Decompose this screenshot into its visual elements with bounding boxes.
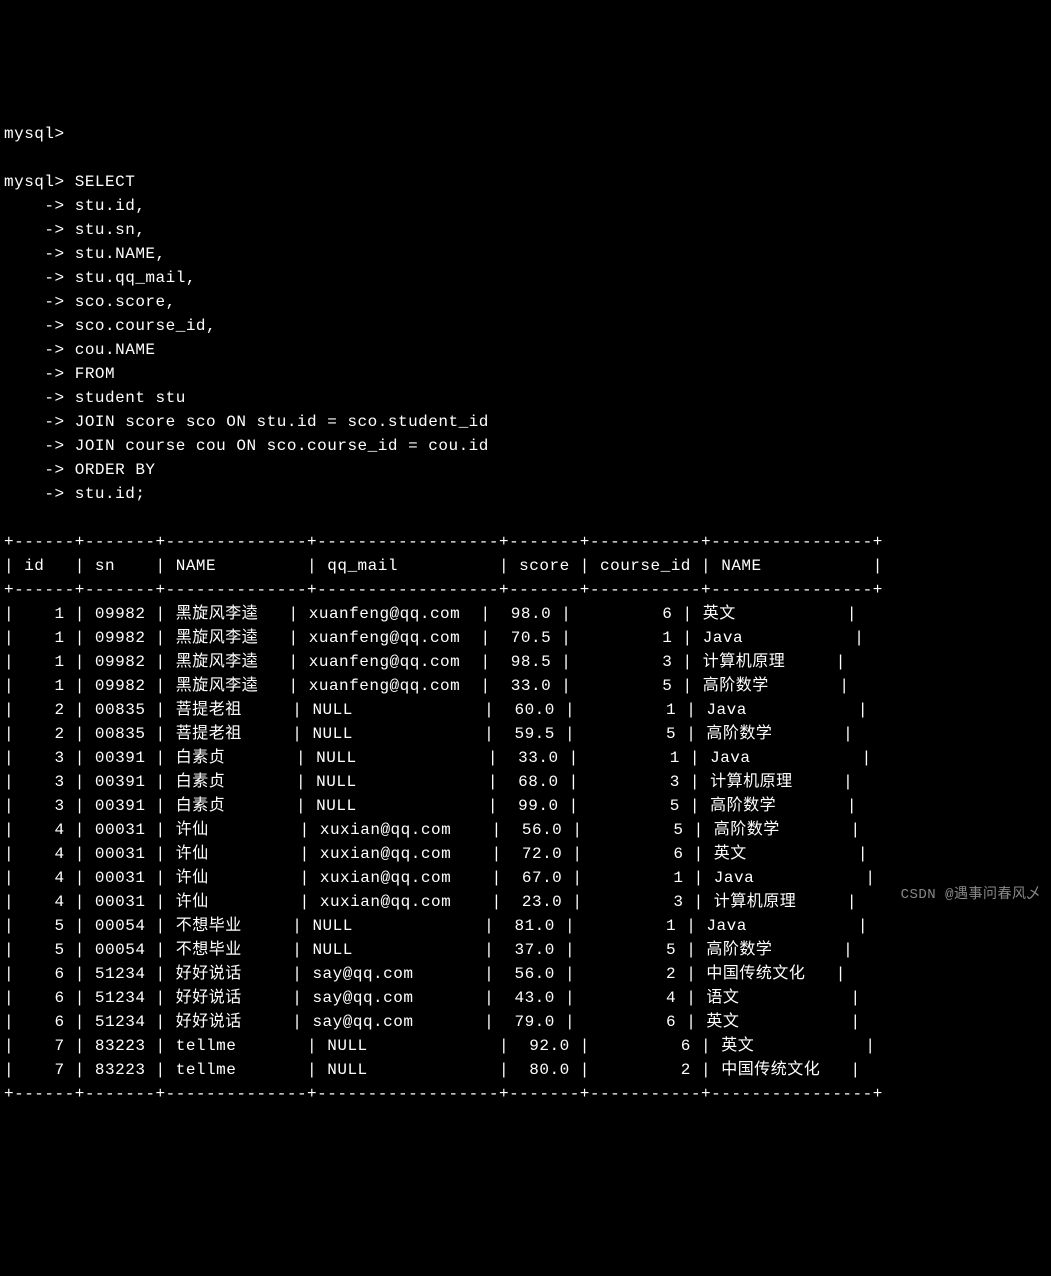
terminal-output: mysql> mysql> SELECT -> stu.id, -> stu.s… — [4, 98, 1047, 1106]
result-table: +------+-------+--------------+---------… — [4, 533, 883, 1103]
sql-query: mysql> SELECT -> stu.id, -> stu.sn, -> s… — [4, 173, 489, 503]
watermark: CSDN @遇事问春风乄 — [901, 885, 1041, 906]
prompt-line: mysql> — [4, 122, 1047, 146]
